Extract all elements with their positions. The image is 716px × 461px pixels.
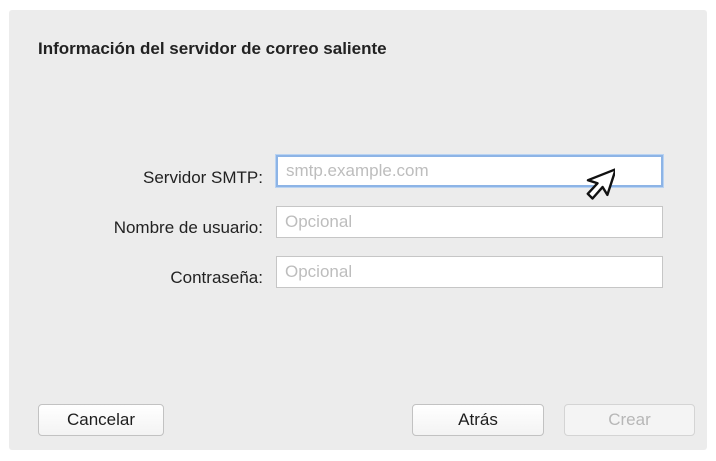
cancel-button[interactable]: Cancelar bbox=[38, 404, 164, 436]
username-input[interactable] bbox=[276, 206, 663, 238]
smtp-server-label: Servidor SMTP: bbox=[143, 168, 263, 187]
smtp-server-input[interactable] bbox=[276, 155, 663, 187]
outgoing-mail-server-dialog: Información del servidor de correo salie… bbox=[9, 10, 707, 450]
back-button[interactable]: Atrás bbox=[412, 404, 544, 436]
password-input[interactable] bbox=[276, 256, 663, 288]
password-label: Contraseña: bbox=[170, 268, 263, 287]
dialog-title: Información del servidor de correo salie… bbox=[38, 39, 387, 58]
username-label: Nombre de usuario: bbox=[113, 218, 263, 237]
create-button[interactable]: Crear bbox=[564, 404, 695, 436]
